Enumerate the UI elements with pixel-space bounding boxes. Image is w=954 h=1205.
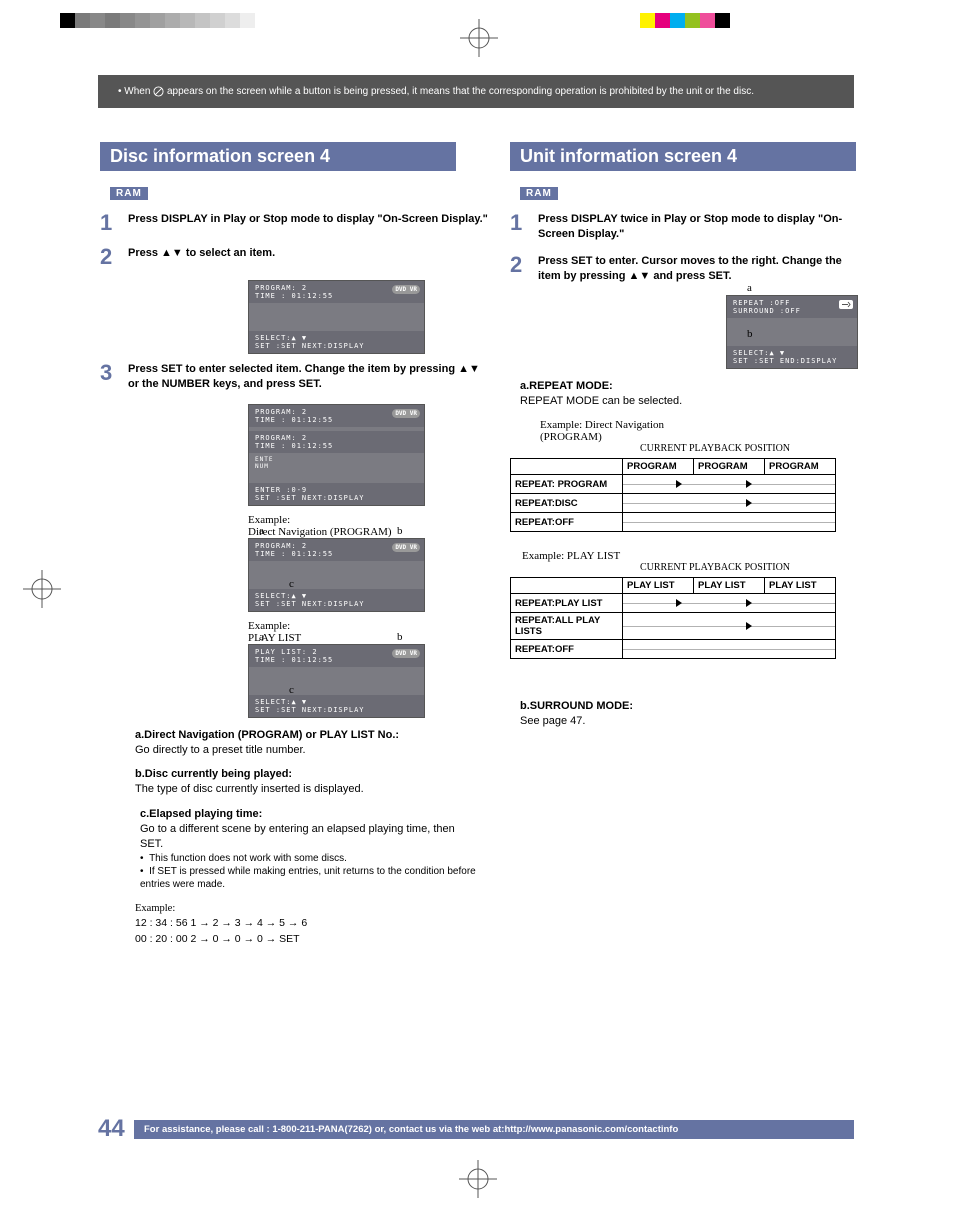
dvd-vr-icon: DVD VR [392,285,420,294]
notice-bar: • When appears on the screen while a but… [98,75,854,108]
example-line1: 12 : 34 : 56 1 → 2 → 3 → 4 → 5 → 6 [135,916,490,932]
notice-suffix: appears on the screen while a button is … [167,86,754,97]
ex-b-label: Example: PLAY LIST [522,550,856,562]
repeat-head: a.REPEAT MODE: [520,380,613,392]
cur-pos-1: CURRENT PLAYBACK POSITION [640,443,856,454]
repeat-icon [839,300,853,309]
note-a-head: a.Direct Navigation (PROGRAM) or PLAY LI… [135,729,399,741]
footer-text: For assistance, please call : 1-800-211-… [134,1120,854,1139]
ram-badge-right: RAM [520,187,558,200]
left-step2: Press ▲▼ to select an item. [128,246,275,268]
left-step3: Press SET to enter selected item. Change… [128,362,490,392]
ex-a-label: Example: Direct Navigation (PROGRAM) [540,419,856,443]
right-section-title: Unit information screen 4 [510,142,856,171]
osd-1: PROGRAM: 2TIME : 01:12:55 DVD VR SELECT:… [248,280,425,354]
osd-2: PROGRAM: 2TIME : 01:12:55 DVD VR PROGRAM… [248,404,425,506]
surround-body: See page 47. [520,715,585,727]
page-number: 44 [98,1115,134,1143]
table-2: PLAY LISTPLAY LISTPLAY LIST REPEAT:PLAY … [510,577,836,659]
note-b-head: b.Disc currently being played: [135,768,292,780]
table-1: PROGRAMPROGRAMPROGRAM REPEAT: PROGRAM RE… [510,458,836,532]
right-step2: Press SET to enter. Cursor moves to the … [538,254,856,284]
cur-pos-2: CURRENT PLAYBACK POSITION [640,562,856,573]
example-1-label: Example: Direct Navigation (PROGRAM) [248,514,490,538]
note-c-head: c.Elapsed playing time: [140,808,262,820]
example-line2: 00 : 20 : 00 2 → 0 → 0 → 0 → SET [135,932,490,948]
note-a-body: Go directly to a preset title number. [135,744,306,756]
note-b-body: The type of disc currently inserted is d… [135,783,364,795]
note-c-body: Go to a different scene by entering an e… [140,823,455,850]
osd-right: a REPEAT :OFFSURROUND :OFF b SELECT:▲ ▼S… [726,295,858,369]
example-2-label: Example: PLAY LIST [248,620,490,644]
bullet-1: This function does not work with some di… [149,853,347,864]
example-head: Example: [135,901,490,917]
bullet-2: If SET is pressed while making entries, … [140,866,476,890]
osd-ex1: a b c PROGRAM: 2TIME : 01:12:55 DVD VR S… [248,538,425,612]
prohibit-icon [153,86,164,97]
right-step1: Press DISPLAY twice in Play or Stop mode… [538,212,856,242]
ram-badge: RAM [110,187,148,200]
left-section-title: Disc information screen 4 [100,142,456,171]
left-step1: Press DISPLAY in Play or Stop mode to di… [128,212,488,234]
repeat-body: REPEAT MODE can be selected. [520,395,682,407]
surround-head: b.SURROUND MODE: [520,700,633,712]
notice-prefix: When [124,86,150,97]
osd-ex2: a b c PLAY LIST: 2TIME : 01:12:55 DVD VR… [248,644,425,718]
